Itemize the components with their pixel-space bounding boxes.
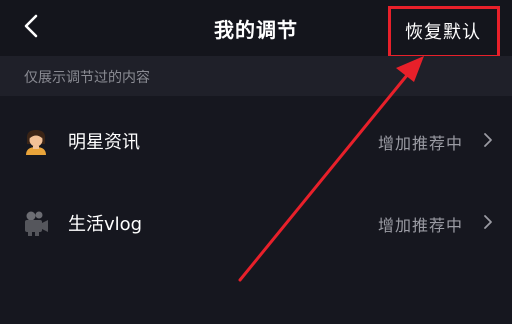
reset-default-label: 恢复默认 — [405, 22, 481, 43]
list-item-label: 明星资讯 — [68, 132, 140, 153]
list-item-life-vlog[interactable]: 生活vlog 增加推荐中 — [0, 182, 512, 262]
hint-bar: 仅展示调节过的内容 — [0, 56, 512, 96]
list-item-label: 生活vlog — [68, 214, 143, 235]
chevron-right-icon — [484, 133, 492, 147]
top-bar: 我的调节 恢复默认 — [0, 0, 512, 58]
list-item-status: 增加推荐中 — [378, 134, 464, 153]
list-item-status: 增加推荐中 — [378, 216, 464, 235]
camera-icon — [25, 211, 48, 236]
list-item-celebrity-news[interactable]: 明星资讯 增加推荐中 — [0, 100, 512, 180]
chevron-right-icon — [484, 215, 492, 229]
star-person-icon — [26, 130, 46, 155]
hint-text: 仅展示调节过的内容 — [24, 70, 150, 86]
reset-default-button[interactable]: 恢复默认 — [388, 6, 500, 58]
